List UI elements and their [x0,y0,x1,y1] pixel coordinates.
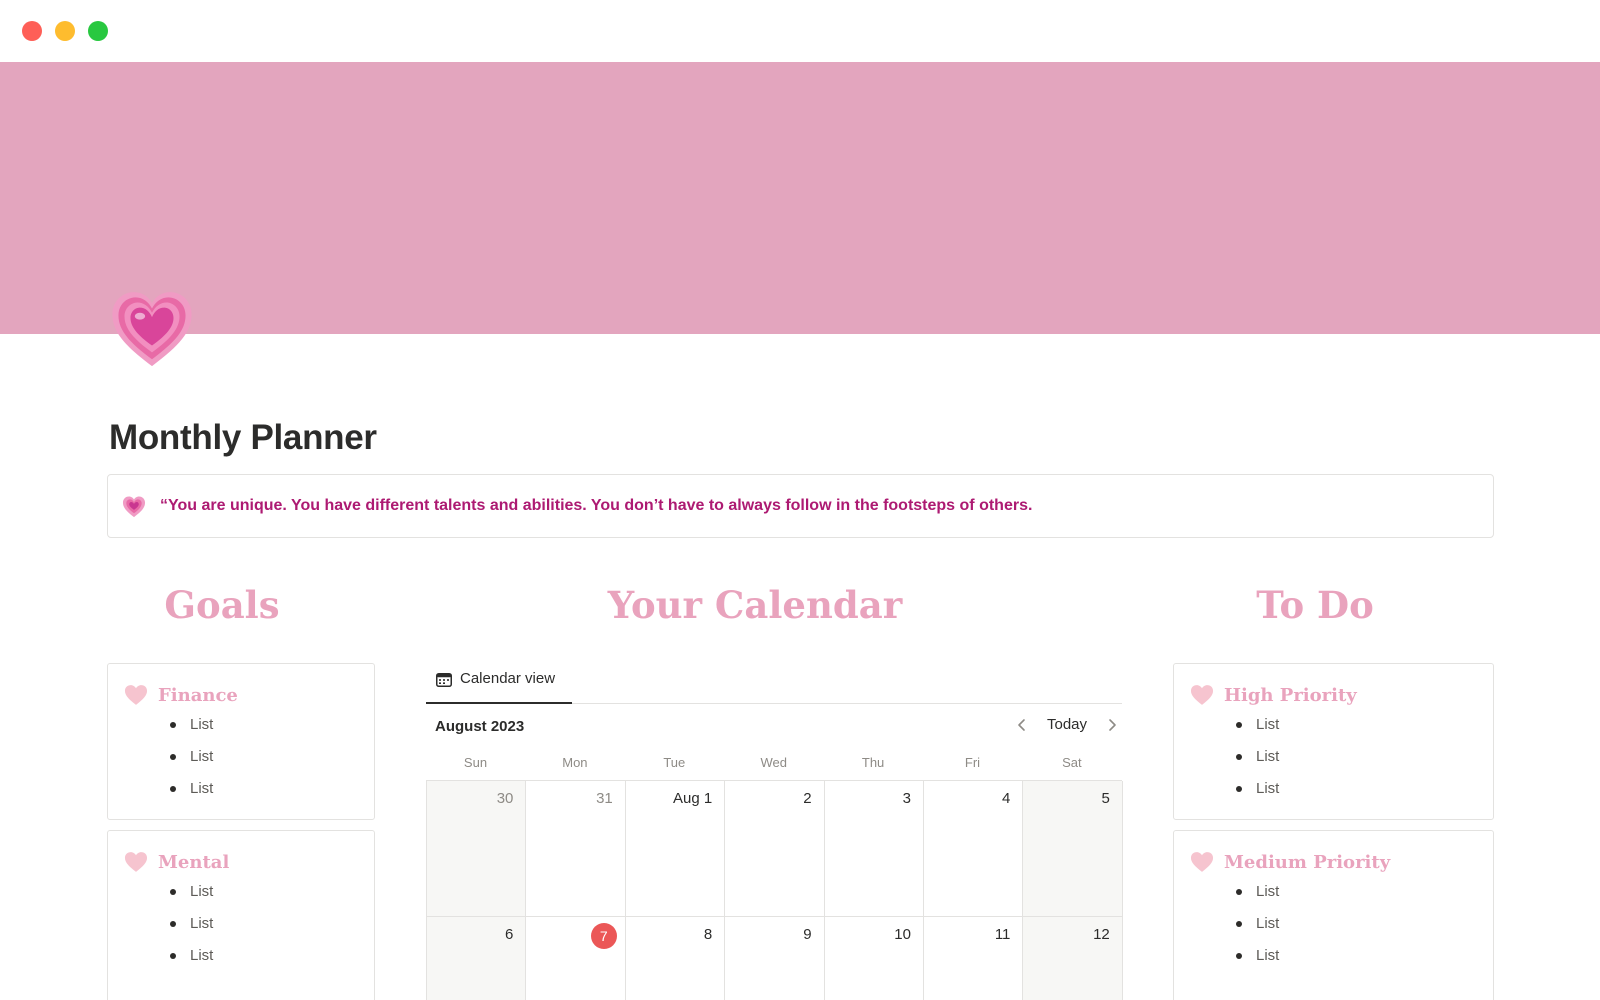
calendar-day-cell[interactable]: 31 [526,781,626,917]
weekday-header: Wed [760,755,787,770]
calendar-nav: Today [1015,716,1119,733]
todo-heading: To Do [1256,583,1374,627]
list-item[interactable]: List [169,883,213,915]
heart-icon[interactable] [108,287,196,373]
heart-icon [124,685,148,705]
list-item[interactable]: List [169,716,213,748]
calendar-day-cell[interactable]: 9 [725,917,825,1000]
list-item[interactable]: List [169,748,213,780]
heart-icon [1190,852,1214,872]
goal-list: List List List [169,716,213,812]
calendar-day-cell[interactable]: 11 [924,917,1024,1000]
list-item[interactable]: List [169,947,213,979]
calendar-day-cell[interactable]: 8 [626,917,726,1000]
list-item[interactable]: List [1235,748,1279,780]
page-cover[interactable] [0,62,1600,334]
calendar-date-label: Aug 1 [672,790,713,807]
todo-card-title: Medium Priority [1224,851,1391,873]
calendar-date-label: 5 [1101,790,1110,807]
quote-callout[interactable]: “You are unique. You have different tale… [107,474,1494,538]
calendar-date-label: 11 [994,926,1011,943]
todo-card-high-priority[interactable]: High Priority List List List [1173,663,1494,820]
chevron-left-icon[interactable] [1015,718,1029,732]
calendar-date-label: 8 [703,926,713,943]
calendar-day-cell[interactable]: 10 [825,917,924,1000]
goal-list: List List List [169,883,213,979]
calendar-date-label: 10 [894,926,911,943]
tab-calendar-view[interactable]: Calendar view [426,670,565,704]
goal-card-title: Mental [158,851,230,873]
list-item[interactable]: List [1235,947,1279,979]
calendar-day-cell[interactable]: 30 [427,781,527,917]
calendar-day-cell[interactable]: 12 [1023,917,1123,1000]
calendar-month-label: August 2023 [435,718,525,735]
goal-card-title: Finance [158,684,238,706]
tab-label: Calendar view [460,670,556,687]
todo-list: List List List [1235,716,1279,812]
list-item[interactable]: List [169,780,213,812]
calendar-icon [436,673,452,687]
weekday-header: Tue [663,755,686,770]
calendar-date-label: 12 [1093,926,1110,943]
quote-text: “You are unique. You have different tale… [160,497,1033,514]
calendar-date-label: 9 [803,926,812,943]
today-button[interactable]: Today [1047,716,1087,733]
calendar-date-label: 2 [803,790,812,807]
todo-card-medium-priority[interactable]: Medium Priority List List List [1173,830,1494,1000]
calendar-day-cell[interactable]: 2 [725,781,825,917]
calendar-day-cell[interactable]: 4 [924,781,1024,917]
page-title[interactable]: Monthly Planner [109,418,377,458]
weekday-header: Mon [562,755,588,770]
heart-icon [1190,685,1214,705]
list-item[interactable]: List [1235,716,1279,748]
calendar-date-label: 31 [596,790,613,807]
calendar-day-cell[interactable]: 6 [427,917,527,1000]
today-date-marker: 7 [590,923,617,949]
weekday-header: Sat [1062,755,1082,770]
close-button[interactable] [22,21,42,41]
active-tab-indicator [426,702,572,704]
calendar-date-label: 3 [902,790,911,807]
heart-icon [124,852,148,872]
heart-icon [122,496,146,518]
goals-heading: Goals [164,583,280,627]
goal-card-finance[interactable]: Finance List List List [107,663,375,820]
list-item[interactable]: List [1235,780,1279,812]
todo-card-title: High Priority [1224,684,1357,706]
weekday-header: Fri [964,755,981,770]
calendar-date-label: 4 [1002,790,1011,807]
calendar-day-cell[interactable]: 7 [526,917,626,1000]
calendar-day-cell[interactable]: Aug 1 [625,781,726,917]
calendar-grid: 30 31 Aug 1 2 3 4 5 6 7 8 9 10 11 12 [426,780,1123,1000]
list-item[interactable]: List [1235,883,1279,915]
list-item[interactable]: List [1235,915,1279,947]
calendar-date-label: 6 [505,926,514,943]
calendar-date-label: 30 [496,790,514,807]
chevron-right-icon[interactable] [1105,718,1119,732]
weekday-header: Sun [463,755,488,770]
list-item[interactable]: List [169,915,213,947]
minimize-button[interactable] [55,21,75,41]
zoom-button[interactable] [88,21,108,41]
calendar-heading: Your Calendar [607,583,903,627]
todo-list: List List List [1235,883,1279,979]
calendar-day-cell[interactable]: 5 [1023,781,1123,917]
goal-card-mental[interactable]: Mental List List List [107,830,375,1000]
window-titlebar [0,0,1600,62]
calendar-day-cell[interactable]: 3 [824,781,924,917]
weekday-header: Thu [861,755,885,770]
